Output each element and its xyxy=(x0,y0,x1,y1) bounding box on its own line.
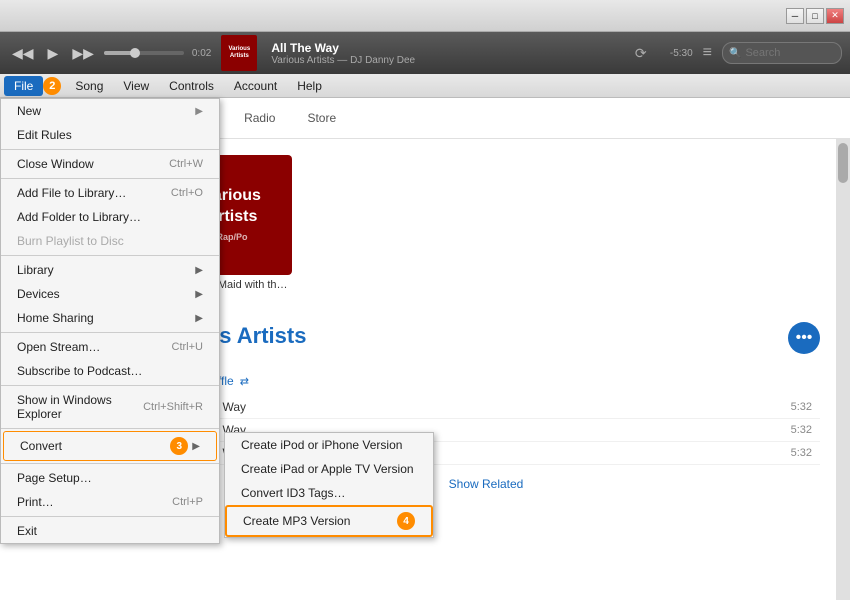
progress-dot xyxy=(130,48,140,58)
menu-edit-rules[interactable]: Edit Rules xyxy=(1,123,219,147)
menu-show-explorer[interactable]: Show in Windows Explorer Ctrl+Shift+R xyxy=(1,388,219,426)
menu-add-folder[interactable]: Add Folder to Library… xyxy=(1,205,219,229)
menu-devices[interactable]: Devices ▶ xyxy=(1,282,219,306)
file-badge: 2 xyxy=(43,77,61,95)
submenu-iphone[interactable]: Create iPod or iPhone Version xyxy=(225,433,433,457)
track-title: All The Way xyxy=(271,41,621,55)
home-sharing-arrow-icon: ▶ xyxy=(195,313,203,324)
separator-1 xyxy=(1,149,219,150)
track-info: All The Way Various Artists — DJ Danny D… xyxy=(271,41,621,66)
menu-print[interactable]: Print… Ctrl+P xyxy=(1,490,219,514)
separator-6 xyxy=(1,428,219,429)
devices-arrow-icon: ▶ xyxy=(195,289,203,300)
menu-item-view[interactable]: View xyxy=(113,76,159,96)
repeat-icon[interactable]: ⟳ xyxy=(635,45,647,62)
play-button[interactable]: ▶ xyxy=(44,43,63,64)
progress-bar[interactable] xyxy=(104,51,184,55)
mp3-badge: 4 xyxy=(397,512,415,530)
close-shortcut: Ctrl+W xyxy=(169,158,203,170)
menu-item-file[interactable]: File xyxy=(4,76,43,96)
new-arrow-icon: ▶ xyxy=(195,106,203,117)
submenu-mp3[interactable]: Create MP3 Version 4 xyxy=(225,505,433,537)
menu-new[interactable]: New ▶ xyxy=(1,99,219,123)
album-thumbnail: Various Artists xyxy=(221,35,257,71)
time-remaining: -5:30 xyxy=(653,48,693,59)
file-dropdown: New ▶ Edit Rules Close Window Ctrl+W Add… xyxy=(0,98,220,544)
close-button[interactable]: ✕ xyxy=(826,8,844,24)
prev-button[interactable]: ◀◀ xyxy=(8,43,38,64)
submenu-ipad[interactable]: Create iPad or Apple TV Version xyxy=(225,457,433,481)
title-bar: ─ □ ✕ xyxy=(0,0,850,32)
separator-8 xyxy=(1,516,219,517)
menu-item-controls[interactable]: Controls xyxy=(159,76,224,96)
scrollbar-track[interactable] xyxy=(836,139,850,600)
shuffle-songs: 3 songs Shuffle ⇄ xyxy=(152,374,820,388)
song-duration-2: 5:32 xyxy=(791,424,820,436)
search-input[interactable] xyxy=(745,47,835,59)
menu-close-window[interactable]: Close Window Ctrl+W xyxy=(1,152,219,176)
separator-2 xyxy=(1,178,219,179)
separator-7 xyxy=(1,463,219,464)
menu-add-file[interactable]: Add File to Library… Ctrl+O xyxy=(1,181,219,205)
maximize-button[interactable]: □ xyxy=(806,8,824,24)
song-row-1[interactable]: ◀ All The Way 5:32 xyxy=(152,396,820,419)
separator-4 xyxy=(1,332,219,333)
separator-5 xyxy=(1,385,219,386)
convert-arrow-icon: ▶ xyxy=(192,441,200,452)
search-icon: 🔍 xyxy=(729,48,741,59)
convert-submenu: Create iPod or iPhone Version Create iPa… xyxy=(224,432,434,538)
scrollbar-thumb[interactable] xyxy=(838,143,848,183)
next-button[interactable]: ▶▶ xyxy=(68,43,98,64)
menu-subscribe-podcast[interactable]: Subscribe to Podcast… xyxy=(1,359,219,383)
menu-burn-playlist: Burn Playlist to Disc xyxy=(1,229,219,253)
add-file-shortcut: Ctrl+O xyxy=(171,187,203,199)
menu-item-account[interactable]: Account xyxy=(224,76,287,96)
song-duration-1: 5:32 xyxy=(791,401,820,413)
menu-convert[interactable]: Convert 3 ▶ Create iPod or iPhone Versio… xyxy=(3,431,217,461)
progress-fill xyxy=(104,51,132,55)
separator-3 xyxy=(1,255,219,256)
menu-item-song[interactable]: Song xyxy=(65,76,113,96)
shuffle-icon[interactable]: ⇄ xyxy=(240,375,249,388)
menu-bar: File 2 Song View Controls Account Help N… xyxy=(0,74,850,98)
search-box[interactable]: 🔍 xyxy=(722,42,842,64)
menu-item-help[interactable]: Help xyxy=(287,76,332,96)
track-subtitle: Various Artists — DJ Danny Dee xyxy=(271,55,621,66)
menu-home-sharing[interactable]: Home Sharing ▶ xyxy=(1,306,219,330)
library-arrow-icon: ▶ xyxy=(195,265,203,276)
song-name-1: All The Way xyxy=(182,400,791,414)
print-shortcut: Ctrl+P xyxy=(172,496,203,508)
menu-open-stream[interactable]: Open Stream… Ctrl+U xyxy=(1,335,219,359)
convert-badge: 3 xyxy=(170,437,188,455)
artist-meta: R&B • 2005 xyxy=(152,354,820,366)
time-elapsed: 0:02 xyxy=(192,48,211,59)
open-stream-shortcut: Ctrl+U xyxy=(172,341,203,353)
show-explorer-shortcut: Ctrl+Shift+R xyxy=(143,401,203,413)
menu-library[interactable]: Library ▶ xyxy=(1,258,219,282)
menu-exit[interactable]: Exit xyxy=(1,519,219,543)
tab-radio[interactable]: Radio xyxy=(230,106,289,130)
menu-page-setup[interactable]: Page Setup… xyxy=(1,466,219,490)
album-thumb-text: Various Artists xyxy=(229,46,251,60)
window-controls: ─ □ ✕ xyxy=(786,8,844,24)
song-duration-3: 5:32 xyxy=(791,447,820,459)
transport-bar: ◀◀ ▶ ▶▶ 0:02 Various Artists All The Way… xyxy=(0,32,850,74)
tab-store[interactable]: Store xyxy=(293,106,350,130)
minimize-button[interactable]: ─ xyxy=(786,8,804,24)
list-icon[interactable]: ≡ xyxy=(699,40,716,66)
more-button[interactable]: ••• xyxy=(788,322,820,354)
submenu-id3[interactable]: Convert ID3 Tags… xyxy=(225,481,433,505)
